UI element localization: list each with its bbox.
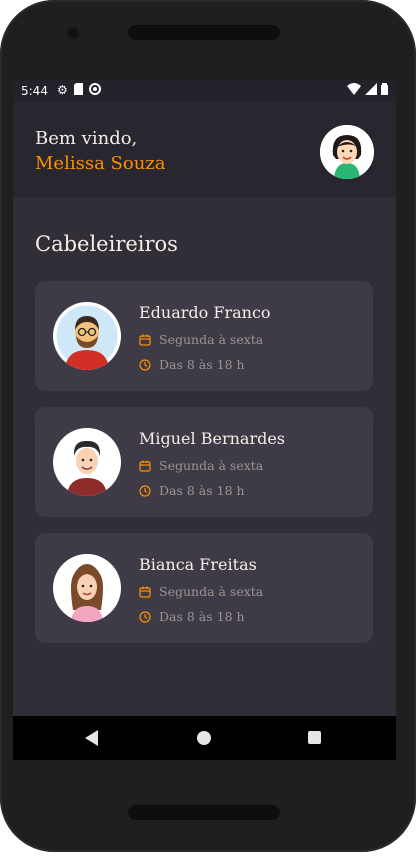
battery-icon (381, 83, 388, 95)
status-icons-right (347, 83, 388, 95)
man-avatar-illustration (55, 430, 119, 496)
bottom-speaker (128, 805, 280, 820)
days-text: Segunda à sexta (159, 584, 264, 599)
provider-name: Miguel Bernardes (139, 429, 286, 448)
greeting-text: Bem vindo, (35, 128, 138, 149)
woman-avatar-illustration (55, 556, 119, 622)
provider-card[interactable]: Bianca Freitas Segunda à sexta Das 8 às … (35, 533, 373, 643)
calendar-icon (139, 460, 151, 472)
clock-icon (139, 610, 151, 623)
woman-avatar-illustration (320, 125, 374, 179)
man-glasses-avatar-illustration (53, 302, 121, 370)
availability-days: Segunda à sexta (139, 458, 263, 473)
at-sign-icon (88, 83, 101, 95)
hours-text: Das 8 às 18 h (159, 483, 245, 498)
provider-card[interactable]: Eduardo Franco Segunda à sexta Das 8 às … (35, 281, 373, 391)
calendar-icon (139, 334, 151, 346)
signal-icon (365, 83, 377, 95)
back-icon[interactable] (85, 730, 99, 746)
status-time: 5:44 (21, 84, 48, 98)
gear-icon: ⚙ (57, 83, 68, 97)
screen: 5:44 ⚙ Bem vindo, Melissa Souza Cabeleir… (13, 80, 396, 760)
status-bar: 5:44 ⚙ (13, 80, 396, 102)
user-name[interactable]: Melissa Souza (35, 153, 166, 174)
provider-name: Eduardo Franco (139, 303, 271, 322)
home-icon[interactable] (197, 731, 211, 745)
availability-hours: Das 8 às 18 h (139, 483, 245, 498)
app-header: Bem vindo, Melissa Souza (13, 102, 396, 198)
top-speaker (128, 25, 280, 40)
profile-avatar[interactable] (320, 125, 374, 179)
provider-card[interactable]: Miguel Bernardes Segunda à sexta Das 8 à… (35, 407, 373, 517)
recent-apps-icon[interactable] (308, 731, 321, 744)
section-title: Cabeleireiros (35, 232, 178, 256)
provider-avatar (53, 302, 121, 370)
availability-days: Segunda à sexta (139, 332, 263, 347)
calendar-icon (139, 586, 151, 598)
clock-icon (139, 484, 151, 497)
status-icons-left: ⚙ (57, 83, 101, 97)
availability-days: Segunda à sexta (139, 584, 263, 599)
provider-name: Bianca Freitas (139, 555, 257, 574)
availability-hours: Das 8 às 18 h (139, 609, 245, 624)
days-text: Segunda à sexta (159, 458, 264, 473)
phone-frame: 5:44 ⚙ Bem vindo, Melissa Souza Cabeleir… (0, 0, 416, 852)
android-nav-bar (13, 716, 396, 760)
days-text: Segunda à sexta (159, 332, 264, 347)
hours-text: Das 8 às 18 h (159, 357, 245, 372)
clock-icon (139, 358, 151, 371)
front-camera (66, 26, 80, 40)
availability-hours: Das 8 às 18 h (139, 357, 245, 372)
wifi-icon (347, 83, 361, 95)
provider-avatar (53, 428, 121, 496)
provider-avatar (53, 554, 121, 622)
sd-card-icon (73, 83, 83, 95)
hours-text: Das 8 às 18 h (159, 609, 245, 624)
